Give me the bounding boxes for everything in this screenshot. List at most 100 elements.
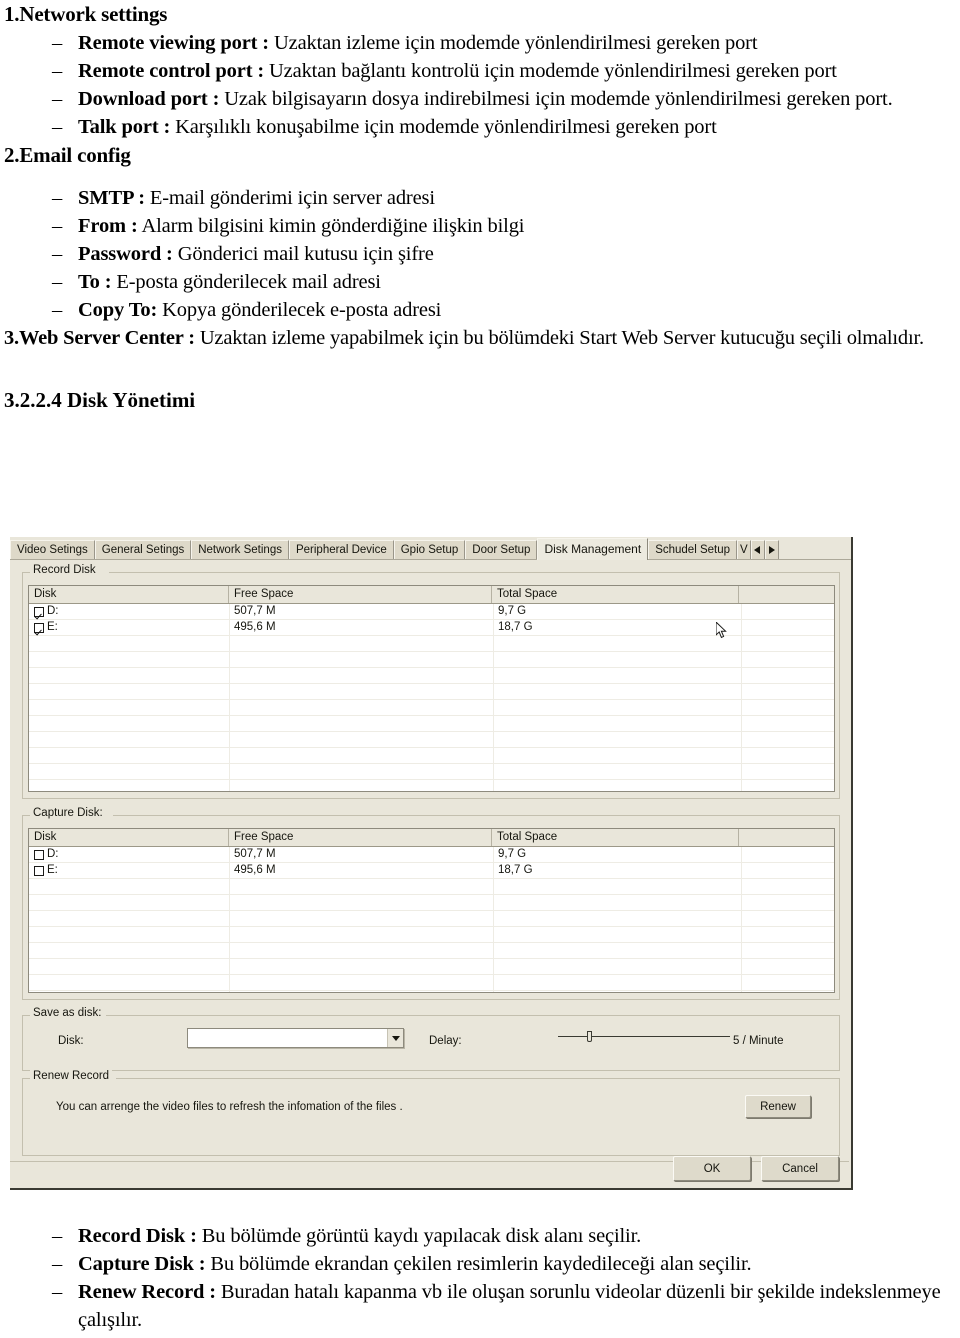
list-item: – Talk port : Karşılıklı konuşabilme için… — [0, 113, 960, 141]
column-divider — [229, 847, 230, 992]
tab-general-settings[interactable]: General Setings — [94, 540, 192, 559]
section-2-heading: 2.Email config — [4, 143, 131, 167]
document-footer: – Record Disk : Bu bölümde görüntü kaydı … — [0, 1222, 960, 1334]
bullet-term: Talk port : — [78, 116, 171, 138]
capture-disk-checkbox-d[interactable] — [34, 849, 44, 860]
renew-record-groupbox: Renew Record — [22, 1070, 840, 1156]
table-row-empty — [29, 975, 834, 991]
record-disk-listview[interactable]: Disk Free Space Total Space D: 507,7 M 9… — [28, 585, 835, 792]
bullet-dash-icon: – — [52, 116, 63, 138]
footer-bullet-list: – Record Disk : Bu bölümde görüntü kaydı … — [0, 1222, 960, 1334]
column-header-blank[interactable] — [739, 586, 834, 603]
triangle-right-icon — [769, 546, 776, 554]
list-item: – SMTP : E-mail gönderimi için server adr… — [0, 184, 960, 212]
bullet-desc: Uzak bilgisayarın dosya indirebilmesi iç… — [219, 88, 893, 110]
tab-gpio-setup[interactable]: Gpio Setup — [393, 540, 466, 559]
column-header-blank[interactable] — [739, 829, 834, 846]
tab-scroll-left-button[interactable] — [750, 540, 765, 559]
table-row-empty — [29, 732, 834, 748]
bullet-term: Renew Record : — [78, 1281, 216, 1303]
record-disk-header-row: Disk Free Space Total Space — [29, 586, 834, 604]
table-row-empty — [29, 764, 834, 780]
bullet-desc: Bu bölümde ekrandan çekilen resimlerin k… — [205, 1253, 752, 1275]
tab-video-settings[interactable]: Video Setings — [10, 540, 95, 559]
ok-button[interactable]: OK — [673, 1156, 751, 1181]
record-disk-checkbox-d[interactable] — [34, 606, 44, 617]
capture-disk-checkbox-e[interactable] — [34, 865, 44, 876]
triangle-left-icon — [754, 546, 761, 554]
bullet-term: Remote control port : — [78, 60, 265, 82]
tab-network-settings[interactable]: Network Setings — [191, 540, 289, 559]
tab-scroll-right-button[interactable] — [764, 540, 779, 559]
column-header-free-space[interactable]: Free Space — [229, 586, 492, 603]
table-row-empty — [29, 879, 834, 895]
table-row-empty — [29, 716, 834, 732]
cell-disk[interactable]: E: — [29, 863, 229, 878]
column-header-disk[interactable]: Disk — [29, 586, 229, 603]
bullet-dash-icon: – — [52, 1281, 63, 1303]
table-row-empty — [29, 748, 834, 764]
table-row-empty — [29, 959, 834, 975]
column-divider — [229, 604, 230, 791]
table-row[interactable]: D: 507,7 M 9,7 G — [29, 847, 834, 863]
bullet-term: Copy To: — [78, 299, 158, 321]
cell-disk[interactable]: E: — [29, 620, 229, 635]
table-row-empty — [29, 636, 834, 652]
disk-field-label: Disk: — [58, 1035, 84, 1047]
save-as-disk-combobox[interactable] — [187, 1028, 404, 1048]
tab-truncated[interactable]: V — [737, 540, 751, 559]
tab-door-setup[interactable]: Door Setup — [465, 540, 538, 559]
cell-disk-label: E: — [47, 864, 58, 876]
cell-disk-label: D: — [47, 605, 59, 617]
column-header-free-space[interactable]: Free Space — [229, 829, 492, 846]
capture-disk-rows: D: 507,7 M 9,7 G E: 495,6 M 18,7 G — [29, 847, 834, 992]
table-row-empty — [29, 668, 834, 684]
cancel-button[interactable]: Cancel — [761, 1156, 839, 1181]
cell-total-space: 18,7 G — [498, 864, 533, 876]
bullet-dash-icon: – — [52, 88, 63, 110]
save-as-disk-legend: Save as disk: — [30, 1007, 105, 1019]
table-row[interactable]: D: 507,7 M 9,7 G — [29, 604, 834, 620]
bullet-dash-icon: – — [52, 1225, 63, 1247]
column-header-total-space[interactable]: Total Space — [492, 829, 739, 846]
table-row[interactable]: E: 495,6 M 18,7 G — [29, 863, 834, 879]
table-row-empty — [29, 927, 834, 943]
bullet-term: SMTP : — [78, 187, 145, 209]
bullet-desc: Uzaktan bağlantı kontrolü için modemde y… — [264, 60, 837, 82]
combobox-value — [188, 1029, 387, 1047]
section-4-heading: 3.2.2.4 Disk Yönetimi — [4, 388, 196, 412]
slider-thumb[interactable] — [587, 1031, 592, 1042]
section-3-term: 3.Web Server Center : — [4, 327, 195, 349]
table-row-empty — [29, 684, 834, 700]
column-header-total-space[interactable]: Total Space — [492, 586, 739, 603]
column-header-disk[interactable]: Disk — [29, 829, 229, 846]
bullet-term: Capture Disk : — [78, 1253, 206, 1275]
table-row[interactable]: E: 495,6 M 18,7 G — [29, 620, 834, 636]
capture-disk-listview[interactable]: Disk Free Space Total Space D: 507,7 M 9… — [28, 828, 835, 993]
cell-disk-label: E: — [47, 621, 58, 633]
list-item: – Capture Disk : Bu bölümde ekrandan çeki… — [0, 1250, 960, 1278]
table-row-empty — [29, 895, 834, 911]
tab-schudel-setup[interactable]: Schudel Setup — [648, 540, 737, 559]
capture-disk-header-row: Disk Free Space Total Space — [29, 829, 834, 847]
list-item: – Remote viewing port : Uzaktan izleme iç… — [0, 29, 960, 57]
renew-button[interactable]: Renew — [745, 1095, 811, 1118]
delay-slider[interactable] — [558, 1030, 730, 1044]
bullet-dash-icon: – — [52, 60, 63, 82]
cell-total-space: 9,7 G — [498, 848, 527, 860]
bullet-dash-icon: – — [52, 187, 63, 209]
tab-peripheral-device[interactable]: Peripheral Device — [288, 540, 394, 559]
cell-disk[interactable]: D: — [29, 604, 229, 619]
column-divider — [741, 847, 742, 992]
document-body: 1.Network settings – Remote viewing port … — [0, 0, 960, 414]
list-item: – Download port : Uzak bilgisayarın dosya… — [0, 85, 960, 113]
cell-disk[interactable]: D: — [29, 847, 229, 862]
bullet-dash-icon: – — [52, 271, 63, 293]
bullet-term: Download port : — [78, 88, 220, 110]
tab-disk-management[interactable]: Disk Management — [537, 538, 649, 560]
disk-management-dialog: Video Setings General Setings Network Se… — [10, 537, 853, 1190]
chevron-down-icon[interactable] — [387, 1029, 403, 1047]
record-disk-checkbox-e[interactable] — [34, 622, 44, 633]
